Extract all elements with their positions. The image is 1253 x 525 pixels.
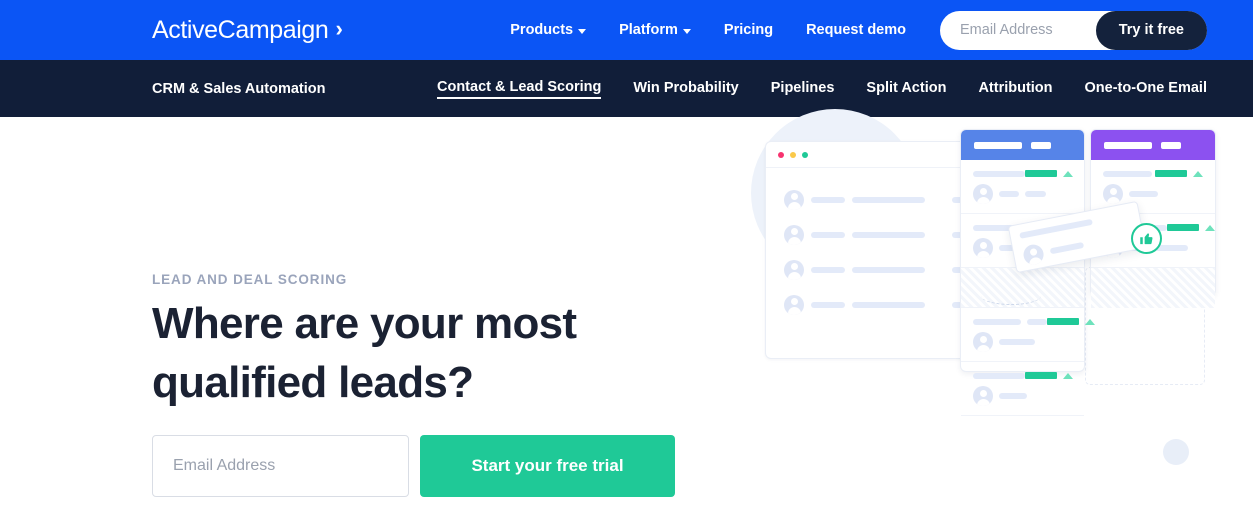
item-title: [973, 170, 1025, 177]
chevron-down-icon: [578, 28, 587, 34]
column-count-placeholder: [1161, 141, 1181, 149]
try-it-free-button[interactable]: Try it free: [1095, 10, 1207, 50]
avatar: [1103, 184, 1123, 204]
column-count-placeholder: [1031, 141, 1051, 149]
avatar: [973, 238, 993, 258]
avatar: [784, 259, 804, 280]
item-tag: [999, 191, 1019, 197]
avatar: [784, 189, 804, 210]
secondary-navigation-bar: CRM & Sales Automation Contact & Lead Sc…: [0, 60, 1253, 117]
hero-section: LEAD AND DEAL SCORING Where are your mos…: [0, 109, 1253, 525]
row-field: [852, 196, 925, 203]
hero-illustration: [735, 109, 1253, 525]
trend-icon: [1205, 224, 1215, 231]
hero-eyebrow: LEAD AND DEAL SCORING: [152, 272, 348, 287]
trend-icon: [1085, 318, 1095, 325]
row-field: [811, 196, 845, 203]
subnav-item-one-to-one-email[interactable]: One-to-One Email: [1085, 80, 1207, 98]
window-maximize-dot-icon: [802, 151, 808, 158]
row-field: [811, 266, 845, 273]
column-title-placeholder: [974, 141, 1022, 149]
nav-item-pricing[interactable]: Pricing: [724, 22, 773, 38]
avatar: [784, 294, 804, 315]
header-signup-form: Try it free: [940, 10, 1207, 50]
item-tag: [1129, 191, 1158, 197]
secondary-nav: Contact & Lead Scoring Win Probability P…: [436, 79, 1207, 99]
row-field: [852, 301, 925, 308]
nav-item-products-label: Products: [510, 22, 574, 38]
list-item[interactable]: [961, 362, 1084, 416]
thumbs-up-icon: [1131, 223, 1162, 254]
nav-item-products[interactable]: Products: [510, 22, 587, 38]
header-email-input[interactable]: [960, 22, 1095, 38]
avatar: [784, 224, 804, 245]
row-field: [811, 231, 845, 238]
item-tag: [999, 393, 1027, 399]
nav-item-request-demo[interactable]: Request demo: [806, 22, 906, 38]
window-minimize-dot-icon: [790, 151, 796, 158]
hero-email-input[interactable]: [152, 435, 409, 497]
window-close-dot-icon: [778, 151, 784, 158]
trend-icon: [1063, 372, 1073, 379]
primary-nav: Products Platform Pricing Request demo: [510, 22, 906, 38]
lead-score-bar: [1155, 170, 1187, 177]
decorative-dot-circle: [1163, 439, 1189, 465]
logo-chevron-icon: ›: [335, 16, 343, 41]
activecampaign-logo[interactable]: ActiveCampaign ›: [152, 15, 343, 45]
top-navigation-bar: ActiveCampaign › Products Platform Prici…: [0, 0, 1253, 60]
hero-signup-form: Start your free trial: [152, 435, 675, 497]
trend-icon: [1193, 170, 1203, 177]
item-title: [1027, 318, 1047, 325]
column-title-placeholder: [1104, 141, 1152, 149]
page-title: Where are your most qualified leads?: [152, 299, 577, 407]
start-free-trial-button[interactable]: Start your free trial: [420, 435, 675, 497]
item-title: [973, 372, 1025, 379]
avatar: [973, 332, 993, 352]
column-header: [961, 130, 1084, 160]
item-tag: [999, 339, 1035, 345]
row-field: [811, 301, 845, 308]
item-title: [1103, 170, 1152, 177]
item-tag: [1025, 191, 1046, 197]
lead-score-bar: [1047, 318, 1079, 325]
lead-score-bar: [1167, 224, 1199, 231]
avatar: [973, 184, 993, 204]
logo-wordmark: ActiveCampaign: [152, 15, 329, 44]
subnav-item-split-action[interactable]: Split Action: [866, 80, 946, 98]
nav-item-platform-label: Platform: [619, 22, 678, 38]
row-field: [852, 231, 925, 238]
lead-score-bar: [1025, 170, 1057, 177]
subnav-item-contact-lead-scoring[interactable]: Contact & Lead Scoring: [436, 79, 602, 99]
subnav-title: CRM & Sales Automation: [152, 80, 326, 97]
trend-icon: [1063, 170, 1073, 177]
chevron-down-icon: [682, 28, 691, 34]
avatar: [1021, 242, 1046, 267]
row-field: [852, 266, 925, 273]
drag-gap-placeholder: [1091, 268, 1215, 308]
nav-item-platform[interactable]: Platform: [619, 22, 691, 38]
list-item[interactable]: [961, 308, 1095, 362]
column-header: [1091, 130, 1215, 160]
subnav-item-pipelines[interactable]: Pipelines: [771, 80, 835, 98]
subnav-item-win-probability[interactable]: Win Probability: [633, 80, 738, 98]
drag-path-indicator: [981, 287, 1041, 305]
item-tag: [1049, 241, 1085, 255]
list-item[interactable]: [961, 160, 1084, 214]
avatar: [973, 386, 993, 406]
item-title: [973, 318, 1021, 325]
subnav-item-attribution[interactable]: Attribution: [978, 80, 1052, 98]
lead-score-bar: [1025, 372, 1057, 379]
